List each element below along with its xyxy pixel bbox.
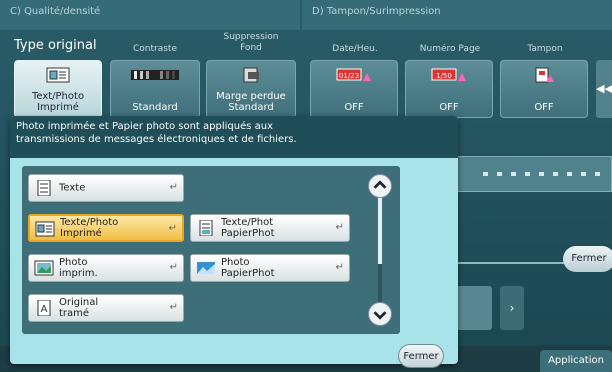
date-time-value: OFF [344, 102, 364, 113]
enter-icon: ↵ [169, 182, 178, 193]
date-time-caption: Date/Heu. [332, 44, 378, 54]
dot-matrix-original-icon: A [37, 300, 51, 316]
stamp-value: OFF [534, 102, 554, 113]
text-photo-paper-icon [199, 220, 213, 236]
page-number-caption: Numéro Page [419, 44, 481, 54]
option-photo-papier[interactable]: Photo PapierPhot ↵ [190, 254, 350, 282]
page-number-icon: 1/50 [431, 68, 466, 81]
scroll-down-button[interactable] [368, 302, 392, 326]
option-label: Texte/Photo Imprimé [60, 217, 119, 239]
enter-icon: ↵ [335, 262, 344, 273]
option-texte-photo-papier[interactable]: Texte/Phot PapierPhot ↵ [190, 214, 350, 242]
page-badge-text: 1/50 [436, 72, 452, 80]
svg-text:A: A [41, 304, 48, 315]
option-label: Photo imprim. [59, 257, 98, 279]
application-tab[interactable]: Application [540, 350, 612, 372]
page-number-tile[interactable]: 1/50 OFF [405, 60, 493, 118]
date-time-tile[interactable]: 01/23 OFF [310, 60, 398, 118]
close-button[interactable]: Fermer [398, 344, 444, 368]
options-panel: Texte ↵ Texte/Photo Imprimé ↵ Texte/Phot… [22, 166, 400, 334]
stamp-tile[interactable]: OFF [500, 60, 588, 118]
text-doc-icon [37, 180, 51, 196]
background-option-strip [448, 156, 612, 192]
enter-icon: ↵ [335, 222, 344, 233]
background-removal-icon [243, 67, 259, 83]
option-label: Original tramé [59, 297, 99, 319]
original-type-tile[interactable]: Text/Photo Imprimé [14, 60, 102, 118]
info-message: Photo imprimée et Papier photo sont appl… [10, 116, 458, 158]
option-label: Photo PapierPhot [221, 257, 275, 279]
date-badge-text: 01/23 [339, 72, 359, 80]
section-quality-density: C) Qualité/densité [0, 0, 300, 30]
option-photo-imprim[interactable]: Photo imprim. ↵ [28, 254, 184, 282]
option-label: Texte [59, 182, 86, 194]
option-texte-photo-imprime[interactable]: Texte/Photo Imprimé ↵ [28, 214, 184, 242]
date-stamp-icon: 01/23 [336, 68, 371, 81]
enter-icon: ↵ [168, 223, 177, 234]
chevron-up-icon [373, 180, 387, 189]
original-type-value: Text/Photo Imprimé [31, 91, 85, 113]
contrast-tile[interactable]: Standard [110, 60, 200, 118]
page-number-value: OFF [439, 102, 459, 113]
background-removal-tile[interactable]: Marge perdue Standard [206, 60, 296, 118]
text-photo-printed-icon [35, 221, 55, 237]
stamp-icon [535, 67, 554, 83]
option-label: Texte/Phot PapierPhot [221, 217, 275, 239]
enter-icon: ↵ [169, 302, 178, 313]
scrollbar-thumb[interactable] [378, 194, 382, 264]
scroll-up-button[interactable] [368, 174, 392, 198]
original-type-caption: Type original [14, 38, 97, 53]
next-arrow-icon[interactable]: › [500, 286, 524, 330]
enter-icon: ↵ [169, 262, 178, 273]
contrast-slider-icon [131, 70, 179, 80]
original-type-popup: Photo imprimée et Papier photo sont appl… [10, 116, 458, 364]
option-original-trame[interactable]: A Original tramé ↵ [28, 294, 184, 322]
contrast-value: Standard [132, 102, 178, 113]
stamp-caption: Tampon [527, 44, 563, 54]
collapse-arrow-icon[interactable]: ◀◀ [596, 60, 612, 118]
photo-paper-icon [197, 262, 215, 274]
section-stamp-overlay: D) Tampon/Surimpression [302, 0, 612, 30]
background-close-button[interactable]: Fermer [563, 246, 612, 272]
photo-printed-icon [34, 260, 54, 276]
option-texte[interactable]: Texte ↵ [28, 174, 184, 202]
background-removal-caption: Suppression Fond [223, 32, 279, 53]
background-removal-value: Marge perdue Standard [216, 91, 286, 113]
chevron-down-icon [373, 311, 387, 320]
text-photo-icon [46, 67, 70, 83]
contrast-caption: Contraste [133, 44, 177, 54]
